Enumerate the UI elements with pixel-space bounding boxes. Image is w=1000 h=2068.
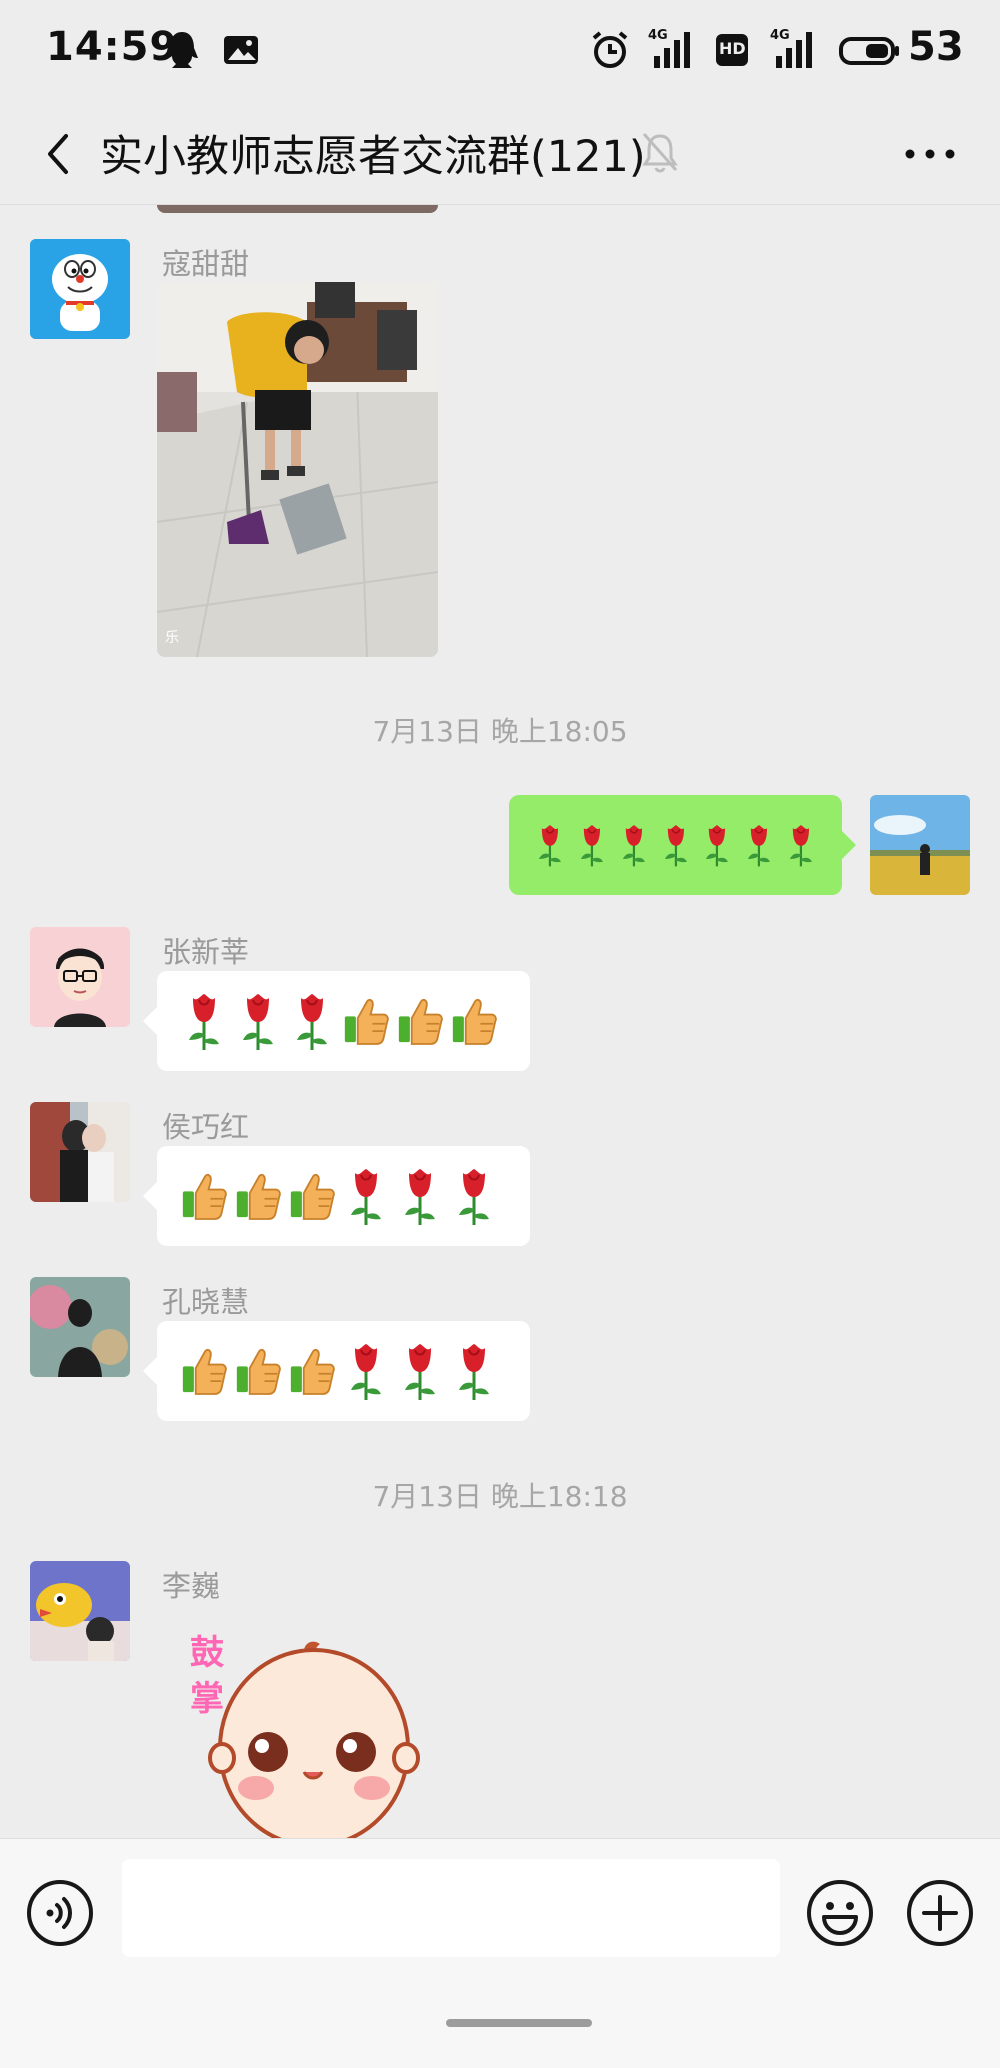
doraemon-avatar-icon bbox=[30, 239, 130, 339]
rose-icon bbox=[575, 814, 609, 876]
rose-icon bbox=[451, 1340, 497, 1402]
rose-icon bbox=[235, 990, 281, 1052]
thumbs-up-icon bbox=[289, 1165, 335, 1227]
field-landscape-avatar-icon bbox=[870, 795, 970, 895]
cartoon-boy-avatar-icon bbox=[30, 927, 130, 1027]
rose-icon bbox=[181, 990, 227, 1052]
hd-icon: HD bbox=[714, 30, 750, 70]
rose-icon bbox=[397, 1165, 443, 1227]
signal-4g-icon-2: 4G bbox=[770, 28, 816, 70]
avatar[interactable] bbox=[30, 1561, 130, 1661]
rose-icon bbox=[451, 1165, 497, 1227]
rose-icon bbox=[700, 814, 734, 876]
chat-title: 实小教师志愿者交流群(121) bbox=[100, 132, 646, 182]
signal-4g-icon: 4G bbox=[648, 28, 694, 70]
image-message[interactable]: 乐 bbox=[157, 282, 438, 657]
avatar[interactable] bbox=[30, 927, 130, 1027]
status-time: 14:59 bbox=[46, 24, 179, 70]
message-bubble[interactable] bbox=[143, 1146, 530, 1246]
thumbs-up-icon bbox=[289, 1340, 335, 1402]
rose-icon bbox=[533, 814, 567, 876]
message-bubble[interactable] bbox=[143, 971, 530, 1071]
self-avatar[interactable] bbox=[870, 795, 970, 895]
chat-title-bar: 实小教师志愿者交流群(121) bbox=[0, 104, 1000, 205]
mute-bell-icon bbox=[642, 133, 678, 173]
input-bar bbox=[0, 1838, 1000, 2068]
qq-notification-icon bbox=[166, 32, 198, 68]
status-bar: 14:59 4G HD 4G 53 bbox=[0, 0, 1000, 104]
rose-icon bbox=[289, 990, 335, 1052]
svg-text:乐: 乐 bbox=[165, 630, 179, 646]
thumbs-up-icon bbox=[343, 990, 389, 1052]
thumbs-up-icon bbox=[181, 1165, 227, 1227]
battery-icon bbox=[839, 37, 899, 65]
battery-level: 53 bbox=[908, 24, 964, 70]
couple-photo-avatar-icon bbox=[30, 1102, 130, 1202]
thumbs-up-icon bbox=[451, 990, 497, 1052]
thumbs-up-icon bbox=[235, 1340, 281, 1402]
chat-message-list[interactable]: 寇甜甜 乐 7月13日 晚上18:05 张新莘 侯巧红 孔晓慧 7月13日 晚上… bbox=[0, 205, 1000, 1838]
back-icon[interactable] bbox=[32, 122, 92, 186]
voice-icon[interactable] bbox=[26, 1879, 94, 1947]
plus-icon[interactable] bbox=[906, 1879, 974, 1947]
sender-name: 张新莘 bbox=[162, 935, 250, 969]
message-input[interactable] bbox=[122, 1859, 780, 1957]
message-timestamp: 7月13日 晚上18:18 bbox=[372, 1480, 628, 1513]
rose-icon bbox=[617, 814, 651, 876]
thumbs-up-icon bbox=[397, 990, 443, 1052]
sender-name: 李巍 bbox=[162, 1569, 221, 1603]
sticker-message[interactable]: 鼓 掌 bbox=[180, 1630, 440, 1838]
more-icon[interactable] bbox=[900, 132, 960, 176]
message-timestamp: 7月13日 晚上18:05 bbox=[372, 715, 628, 748]
rose-icon bbox=[343, 1340, 389, 1402]
thumbs-up-icon bbox=[181, 1340, 227, 1402]
previous-image-message[interactable] bbox=[157, 205, 438, 213]
message-bubble-self[interactable] bbox=[509, 795, 856, 895]
clapping-baby-sticker bbox=[208, 1641, 420, 1838]
avatar[interactable] bbox=[30, 1277, 130, 1377]
rose-icon bbox=[784, 814, 818, 876]
avatar[interactable] bbox=[30, 1102, 130, 1202]
rose-icon bbox=[343, 1165, 389, 1227]
emoji-icon[interactable] bbox=[806, 1879, 874, 1947]
alarm-icon bbox=[592, 31, 628, 68]
sender-name: 侯巧红 bbox=[162, 1110, 250, 1144]
gallery-notification-icon bbox=[224, 36, 258, 64]
message-bubble[interactable] bbox=[143, 1321, 530, 1421]
rose-icon bbox=[397, 1340, 443, 1402]
sweeping-photo: 乐 bbox=[157, 282, 438, 657]
person-photo-avatar-icon bbox=[30, 1277, 130, 1377]
sender-name: 寇甜甜 bbox=[162, 247, 250, 281]
cartoon-bird-avatar-icon bbox=[30, 1561, 130, 1661]
sender-name: 孔晓慧 bbox=[162, 1285, 250, 1319]
rose-icon bbox=[659, 814, 693, 876]
avatar[interactable] bbox=[30, 239, 130, 339]
thumbs-up-icon bbox=[235, 1165, 281, 1227]
home-indicator[interactable] bbox=[446, 2019, 592, 2027]
rose-icon bbox=[742, 814, 776, 876]
